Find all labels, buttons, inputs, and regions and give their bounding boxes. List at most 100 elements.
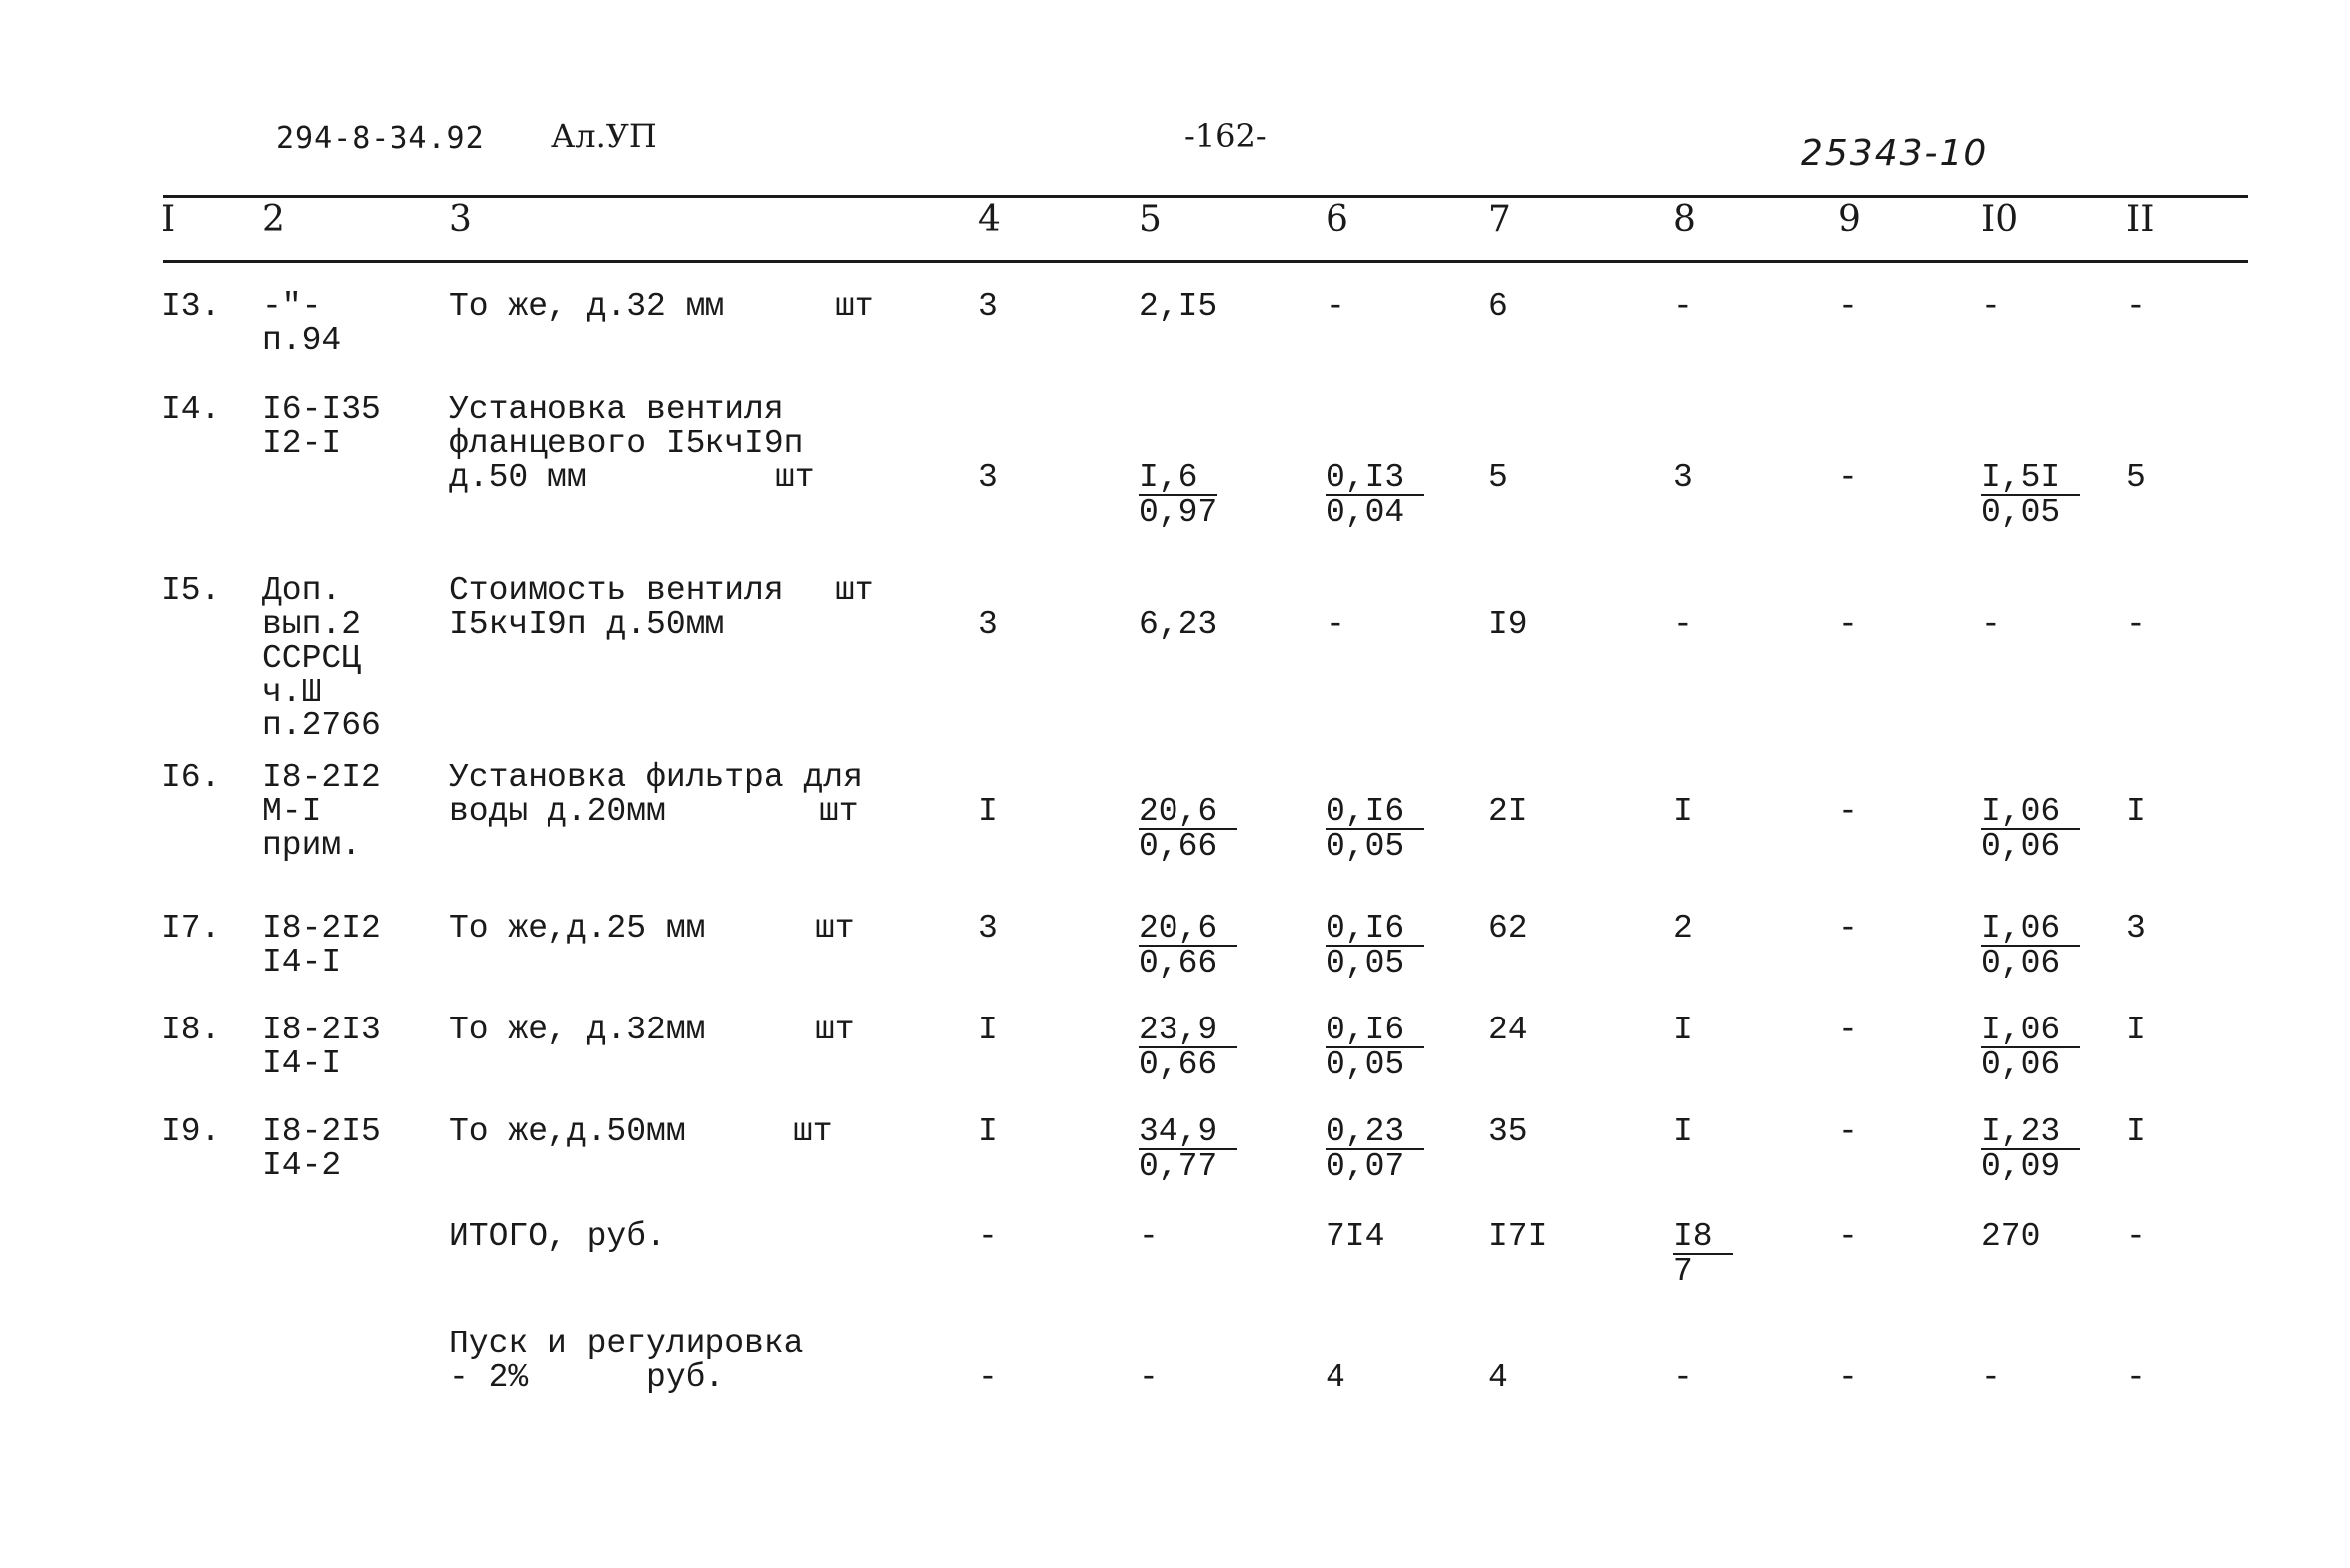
labor-total: - <box>2126 1359 2146 1396</box>
header-bottom-rule <box>163 260 2248 263</box>
unit-cost: 6,23 <box>1139 606 1218 643</box>
handwritten-stamp: 25343-10 <box>1801 133 1989 174</box>
fraction-denominator: 0,66 <box>1139 1046 1218 1083</box>
fraction-numerator: 20,6 <box>1139 912 1238 947</box>
total-cost: I9 <box>1488 606 1528 643</box>
total-wage: 2 <box>1673 910 1693 947</box>
fraction-denominator: 0,06 <box>1981 828 2061 864</box>
fraction-denominator: 0,09 <box>1981 1148 2061 1184</box>
norm-reference: I8-2I5 I4-2 <box>262 1113 381 1183</box>
norm-reference: I6-I35 I2-I <box>262 392 381 462</box>
norm-reference: -"- п.94 <box>262 288 342 359</box>
quantity: - <box>978 1218 998 1255</box>
unit: шт <box>815 910 855 947</box>
fraction-numerator: 0,I6 <box>1326 795 1425 830</box>
unit: шт <box>793 1113 833 1150</box>
column-header-9: 9 <box>1838 199 1861 239</box>
fraction-numerator: 0,I6 <box>1326 1014 1425 1048</box>
total-cost: 62 <box>1488 910 1528 947</box>
norm-reference: I8-2I2 I4-I <box>262 910 381 981</box>
album-label: Ал.УП <box>551 117 657 155</box>
column-header-10: I0 <box>1981 199 2019 239</box>
work-description: То же,д.50мм <box>449 1113 686 1150</box>
quantity: I <box>978 793 998 830</box>
row-number: I3. <box>161 288 221 325</box>
total-label: Пуск и регулировка - 2% руб. <box>449 1326 804 1396</box>
fraction-numerator: I,6 <box>1139 461 1218 496</box>
unit-cost: - <box>1139 1359 1159 1396</box>
fraction-denominator: 0,06 <box>1981 1046 2061 1083</box>
row-number: I7. <box>161 910 221 947</box>
labor-total: I <box>2126 1113 2146 1150</box>
unit-cost: 2,I5 <box>1139 288 1218 325</box>
labor-total: - <box>2126 606 2146 643</box>
total-cost: 24 <box>1488 1012 1528 1048</box>
column-9-value: - <box>1838 1012 1858 1048</box>
unit-cost: 20,6 0,66 <box>1139 795 1238 864</box>
total-cost: 2I <box>1488 793 1528 830</box>
total-label: ИТОГО, руб. <box>449 1218 666 1255</box>
fraction-numerator: I8 <box>1673 1220 1733 1255</box>
labor-per-unit: - <box>1981 606 2001 643</box>
labor-total: 5 <box>2126 459 2146 496</box>
quantity: I <box>978 1012 998 1048</box>
unit-cost: 34,9 0,77 <box>1139 1115 1238 1184</box>
labor-per-unit: 270 <box>1981 1218 2041 1255</box>
table-top-rule <box>163 195 2248 198</box>
row-number: I4. <box>161 392 221 428</box>
fraction-numerator: 20,6 <box>1139 795 1238 830</box>
fraction-denominator: 0,05 <box>1326 945 1405 982</box>
unit-wage: - <box>1326 606 1345 643</box>
column-header-3: 3 <box>449 199 472 239</box>
labor-total: I <box>2126 1012 2146 1048</box>
fraction-denominator: 0,66 <box>1139 945 1218 982</box>
unit-wage: 0,I6 0,05 <box>1326 912 1425 982</box>
total-cost: 35 <box>1488 1113 1528 1150</box>
column-header-1: I <box>161 199 176 239</box>
fraction-numerator: I,06 <box>1981 795 2081 830</box>
fraction-denominator: 0,05 <box>1326 828 1405 864</box>
fraction-denominator: 0,66 <box>1139 828 1218 864</box>
column-header-7: 7 <box>1488 199 1511 239</box>
total-wage: - <box>1673 606 1693 643</box>
labor-per-unit: I,5I 0,05 <box>1981 461 2081 531</box>
row-number: I9. <box>161 1113 221 1150</box>
fraction-numerator: 0,I6 <box>1326 912 1425 947</box>
unit-cost: 23,9 0,66 <box>1139 1014 1238 1083</box>
unit: шт <box>819 793 859 830</box>
fraction-denominator: 0,06 <box>1981 945 2061 982</box>
labor-total: I <box>2126 793 2146 830</box>
column-header-4: 4 <box>978 199 1001 239</box>
column-header-6: 6 <box>1326 199 1348 239</box>
labor-per-unit: I,23 0,09 <box>1981 1115 2081 1184</box>
work-description: То же,д.25 мм <box>449 910 705 947</box>
unit-wage: 0,23 0,07 <box>1326 1115 1425 1182</box>
fraction-numerator: I,23 <box>1981 1115 2081 1150</box>
total-wage: - <box>1673 288 1693 325</box>
labor-total: - <box>2126 288 2146 325</box>
fraction-denominator: 0,77 <box>1139 1148 1218 1184</box>
unit-wage: 4 <box>1326 1359 1345 1396</box>
unit-cost: 20,6 0,66 <box>1139 912 1238 982</box>
fraction-denominator: 7 <box>1673 1253 1693 1290</box>
fraction-numerator: 0,I3 <box>1326 461 1425 496</box>
fraction-denominator: 0,05 <box>1981 494 2061 531</box>
unit-wage: 0,I6 0,05 <box>1326 1014 1425 1081</box>
quantity: - <box>978 1359 998 1396</box>
page-number: -162- <box>1184 117 1267 155</box>
fraction-numerator: I,06 <box>1981 1014 2081 1048</box>
work-description: Установка вентиля фланцевого I5кчI9п д.5… <box>449 392 804 496</box>
column-9-value: - <box>1838 1218 1858 1255</box>
fraction-numerator: I,5I <box>1981 461 2081 496</box>
work-description: Установка фильтра для воды д.20мм <box>449 759 862 830</box>
total-wage: I <box>1673 1012 1693 1048</box>
total-wage: - <box>1673 1359 1693 1396</box>
unit-wage: 0,I6 0,05 <box>1326 795 1425 864</box>
total-wage: 3 <box>1673 459 1693 496</box>
norm-reference: I8-2I3 I4-I <box>262 1012 381 1082</box>
labor-total: - <box>2126 1218 2146 1255</box>
total-wage: I <box>1673 1113 1693 1150</box>
column-header-11: II <box>2126 199 2155 239</box>
labor-per-unit: I,06 0,06 <box>1981 1014 2081 1083</box>
column-9-value: - <box>1838 459 1858 496</box>
